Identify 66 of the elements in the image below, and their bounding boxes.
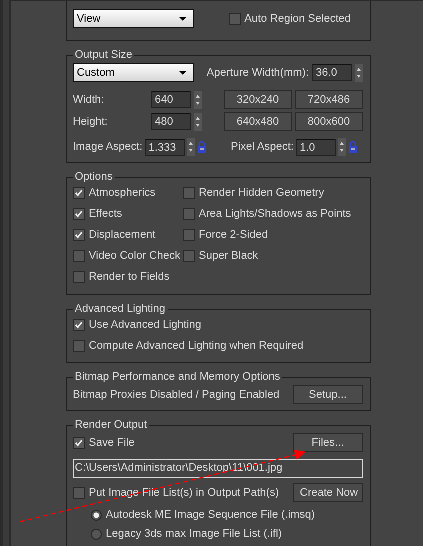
radio-label: Legacy 3ds max Image File List (.ifl) [106,528,282,540]
group-title: Advanced Lighting [74,303,167,315]
checkbox-label: Auto Region Selected [244,12,351,24]
checkbox-label: Video Color Check [89,250,181,262]
preset-button[interactable]: 800x600 [295,112,363,131]
image-aspect-field[interactable]: 1.333 [144,138,185,156]
field-label: Pixel Aspect: [231,141,294,153]
checkbox[interactable] [183,208,195,220]
lock-icon[interactable] [348,141,358,153]
checkbox[interactable] [73,208,85,220]
height-field[interactable]: 480 [151,113,191,130]
checkbox-label: Atmospherics [89,187,156,199]
checkbox[interactable] [73,250,85,262]
preset-dropdown[interactable]: Custom [73,63,194,82]
checkbox[interactable] [73,187,85,199]
checkbox[interactable] [73,436,85,448]
checkbox[interactable] [183,229,195,241]
spinner-icon[interactable] [194,90,202,108]
checkbox[interactable] [73,319,85,331]
checkbox[interactable] [73,229,85,241]
checkbox-label: Use Advanced Lighting [89,319,202,331]
create-now-button[interactable]: Create Now [293,483,363,502]
area-dropdown[interactable]: View [73,9,194,28]
checkbox[interactable] [183,187,195,199]
checkbox-label: Super Black [199,250,258,262]
lock-icon[interactable] [196,141,207,153]
files-button[interactable]: Files... [293,433,363,452]
spinner-icon[interactable] [194,112,202,130]
status-text: Bitmap Proxies Disabled / Paging Enabled [73,388,280,400]
checkbox[interactable] [228,12,241,24]
field-label: Width: [73,94,106,106]
field-label: Aperture Width(mm): [206,66,309,78]
setup-button[interactable]: Setup... [293,385,363,404]
group-title: Output Size [74,49,134,61]
group-title: Render Output [74,419,148,431]
group-title: Options [74,171,114,183]
checkbox-label: Effects [89,208,122,220]
checkbox-label: Area Lights/Shadows as Points [199,208,352,220]
caret-icon [179,16,187,20]
group-title: Bitmap Performance and Memory Options [74,371,282,383]
checkbox[interactable] [73,271,85,283]
preset-button[interactable]: 320x240 [224,90,292,109]
checkbox-label: Put Image File List(s) in Output Path(s) [89,486,280,498]
spinner-icon[interactable] [338,138,346,156]
aperture-field[interactable]: 36.0 [312,64,352,81]
checkbox[interactable] [183,250,195,262]
width-field[interactable]: 640 [151,91,191,108]
radio-button[interactable] [91,510,102,520]
preset-button[interactable]: 640x480 [224,112,292,131]
caret-icon [179,70,187,74]
spinner-icon[interactable] [186,138,195,156]
spinner-icon[interactable] [355,64,363,82]
field-label: Image Aspect: [73,141,143,153]
checkbox-label: Force 2-Sided [199,229,268,241]
radio-button[interactable] [91,528,102,540]
pixel-aspect-field[interactable]: 1.0 [296,138,336,156]
checkbox-label: Displacement [89,229,156,241]
preset-button[interactable]: 720x486 [295,90,363,109]
checkbox[interactable] [73,486,85,498]
checkbox-label: Render Hidden Geometry [199,187,324,199]
checkbox[interactable] [73,340,85,352]
checkbox-label: Compute Advanced Lighting when Required [89,340,304,352]
field-label: Height: [73,116,109,128]
radio-label: Autodesk ME Image Sequence File (.imsq) [106,509,316,521]
checkbox-label: Save File [89,436,135,448]
checkbox-label: Render to Fields [89,271,170,283]
